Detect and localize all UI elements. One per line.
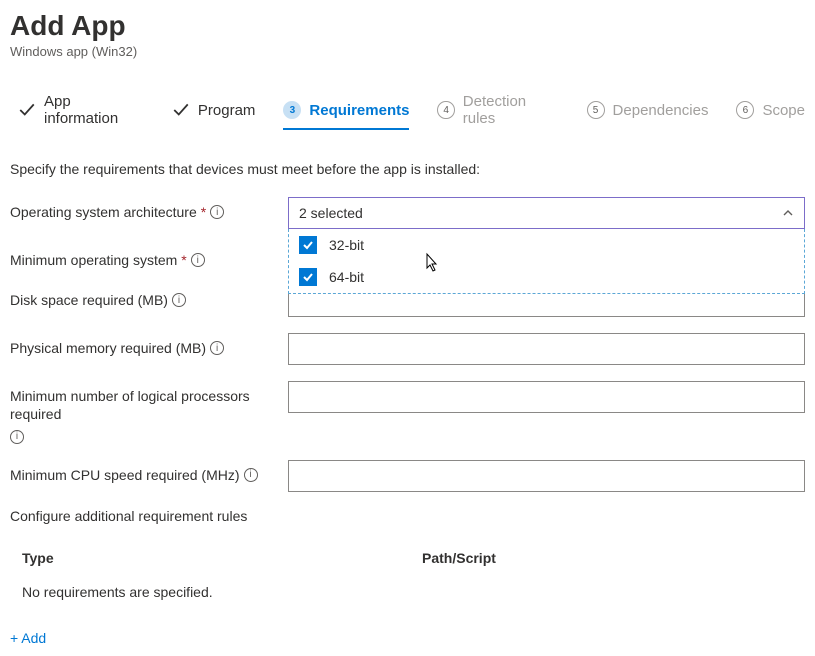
tab-label: Requirements xyxy=(309,102,409,119)
step-number-icon: 4 xyxy=(437,101,454,119)
tab-label: Scope xyxy=(762,102,805,119)
required-star: * xyxy=(181,251,186,269)
tab-detection-rules[interactable]: 4 Detection rules xyxy=(437,87,558,137)
logical-processors-input[interactable] xyxy=(288,381,805,413)
physical-memory-input[interactable] xyxy=(288,333,805,365)
info-icon[interactable]: i xyxy=(10,430,24,444)
tab-label: Dependencies xyxy=(613,102,709,119)
option-32-bit[interactable]: 32-bit xyxy=(289,229,804,261)
column-type: Type xyxy=(22,550,422,566)
info-icon[interactable]: i xyxy=(210,205,224,219)
option-64-bit[interactable]: 64-bit xyxy=(289,261,804,293)
label-text: Minimum number of logical processors req… xyxy=(10,387,280,423)
label-text: Disk space required (MB) xyxy=(10,291,168,309)
checkbox-checked-icon[interactable] xyxy=(299,268,317,286)
option-label: 64-bit xyxy=(329,269,364,285)
section-description: Specify the requirements that devices mu… xyxy=(10,161,805,177)
column-path: Path/Script xyxy=(422,550,793,566)
checkmark-icon xyxy=(172,101,190,119)
add-rule-link[interactable]: + Add xyxy=(10,630,46,646)
step-number-icon: 6 xyxy=(736,101,754,119)
field-label: Operating system architecture * i xyxy=(10,197,280,221)
rules-table-header: Type Path/Script xyxy=(10,542,805,574)
tab-label: App information xyxy=(44,93,144,127)
field-label: Minimum number of logical processors req… xyxy=(10,381,280,443)
tab-label: Program xyxy=(198,102,256,119)
row-os-architecture: Operating system architecture * i 2 sele… xyxy=(10,197,805,229)
tab-requirements[interactable]: 3 Requirements xyxy=(283,95,409,129)
tab-dependencies[interactable]: 5 Dependencies xyxy=(587,95,709,129)
row-physical-memory: Physical memory required (MB) i xyxy=(10,333,805,365)
info-icon[interactable]: i xyxy=(244,468,258,482)
step-number-icon: 3 xyxy=(283,101,301,119)
field-label: Minimum CPU speed required (MHz) i xyxy=(10,460,280,484)
label-text: Operating system architecture xyxy=(10,203,197,221)
additional-rules-header: Configure additional requirement rules xyxy=(10,508,805,524)
dropdown-selected-text: 2 selected xyxy=(299,205,363,221)
info-icon[interactable]: i xyxy=(191,253,205,267)
label-text: Minimum CPU speed required (MHz) xyxy=(10,466,240,484)
page-title: Add App xyxy=(10,10,805,42)
checkmark-icon xyxy=(18,101,36,119)
step-number-icon: 5 xyxy=(587,101,605,119)
chevron-up-icon xyxy=(782,207,794,219)
tab-app-information[interactable]: App information xyxy=(18,87,144,137)
field-label: Disk space required (MB) i xyxy=(10,285,280,309)
label-text: Physical memory required (MB) xyxy=(10,339,206,357)
required-star: * xyxy=(201,203,206,221)
page-subtitle: Windows app (Win32) xyxy=(10,44,805,59)
tab-label: Detection rules xyxy=(463,93,559,127)
field-label: Minimum operating system * i xyxy=(10,245,280,269)
tab-program[interactable]: Program xyxy=(172,95,256,129)
label-text: Minimum operating system xyxy=(10,251,177,269)
checkbox-checked-icon[interactable] xyxy=(299,236,317,254)
cpu-speed-input[interactable] xyxy=(288,460,805,492)
info-icon[interactable]: i xyxy=(172,293,186,307)
info-icon[interactable]: i xyxy=(210,341,224,355)
os-architecture-dropdown-list: 32-bit 64-bit xyxy=(288,229,805,294)
os-architecture-dropdown[interactable]: 2 selected xyxy=(288,197,805,229)
tab-scope[interactable]: 6 Scope xyxy=(736,95,805,129)
field-label: Physical memory required (MB) i xyxy=(10,333,280,357)
rules-table-empty: No requirements are specified. xyxy=(10,574,805,610)
wizard-tabs: App information Program 3 Requirements 4… xyxy=(10,87,805,137)
row-cpu-speed: Minimum CPU speed required (MHz) i xyxy=(10,460,805,492)
row-logical-processors: Minimum number of logical processors req… xyxy=(10,381,805,443)
option-label: 32-bit xyxy=(329,237,364,253)
